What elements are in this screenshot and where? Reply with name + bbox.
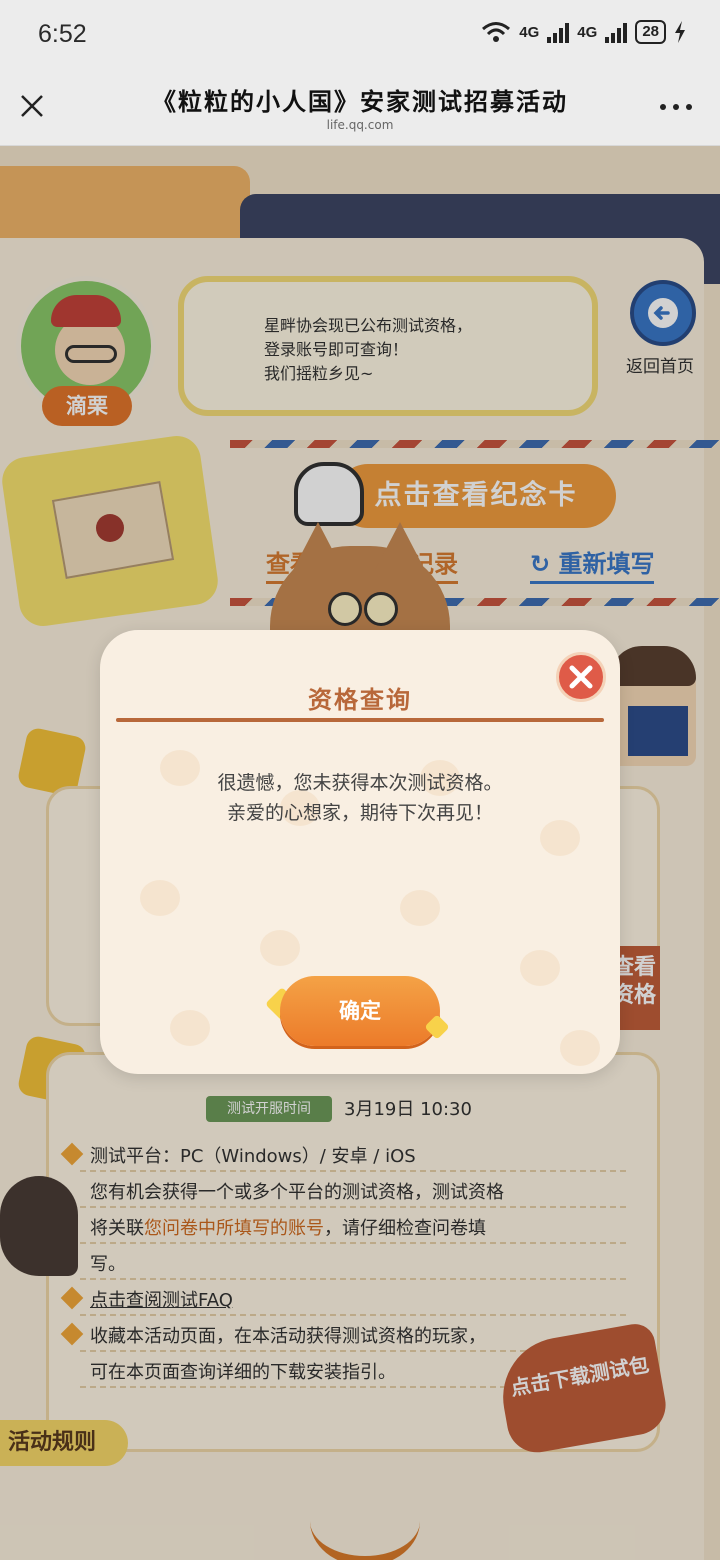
confirm-button[interactable]: 确定 (280, 976, 440, 1046)
more-icon[interactable] (660, 104, 692, 110)
signal-icon (605, 21, 628, 43)
page-domain: life.qq.com (326, 118, 394, 132)
modal-divider (116, 718, 604, 722)
status-icons: 4G 4G 28 (481, 20, 686, 44)
modal-close-button[interactable] (556, 652, 606, 702)
modal-message: 亲爱的心想家，期待下次再见！ (226, 802, 493, 824)
title-bar: 《粒粒的小人国》安家测试招募活动 life.qq.com (0, 72, 720, 146)
modal-message: 很遗憾，您未获得本次测试资格。 (217, 772, 503, 794)
modal-title: 资格查询 (308, 686, 412, 714)
charging-icon (675, 21, 685, 43)
page-title: 《粒粒的小人国》安家测试招募活动 (152, 87, 568, 116)
modal-close-icon (569, 665, 593, 689)
network-label-2: 4G (577, 23, 598, 41)
network-label-1: 4G (519, 23, 540, 41)
status-time: 6:52 (38, 20, 87, 48)
signal-icon (547, 21, 570, 43)
battery-icon: 28 (635, 20, 666, 44)
wifi-icon (482, 22, 511, 42)
status-bar: 6:52 4G 4G 28 (0, 0, 720, 72)
